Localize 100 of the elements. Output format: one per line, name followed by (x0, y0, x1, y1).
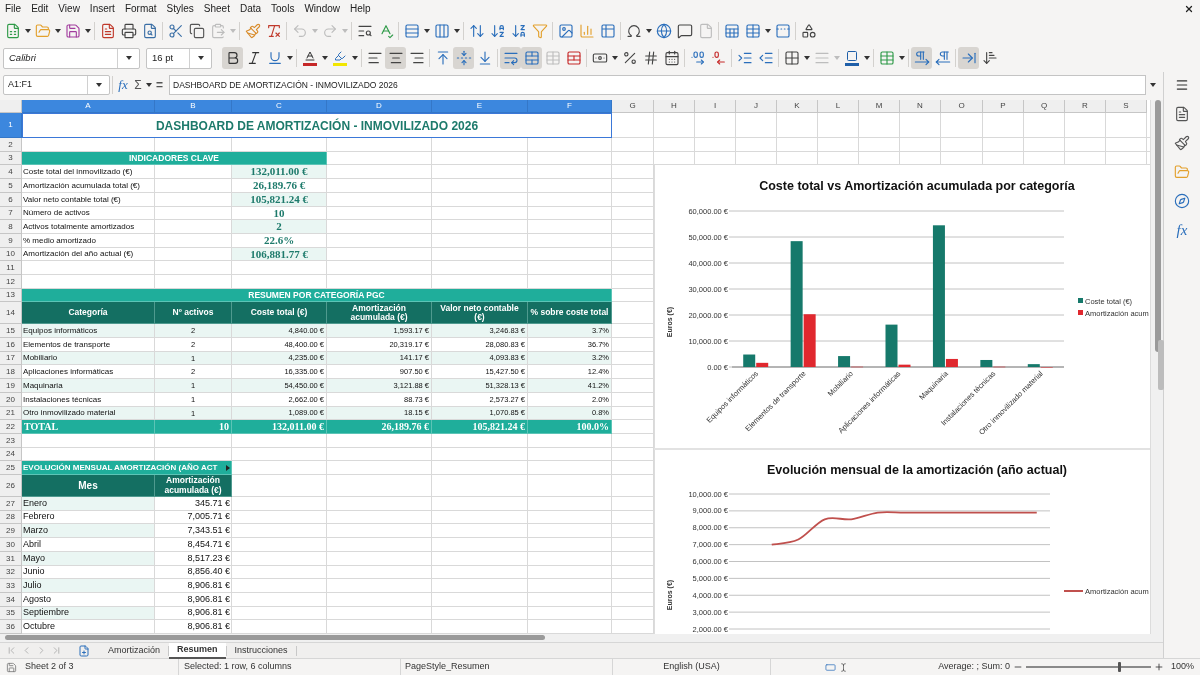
row-header[interactable]: 19 (0, 379, 22, 393)
column-header[interactable]: L (818, 100, 859, 113)
column-header[interactable]: P (983, 100, 1024, 113)
function-wizard-button[interactable]: fx (115, 75, 131, 95)
font-name-combobox[interactable]: Calibri (3, 47, 140, 69)
column-header[interactable]: N (900, 100, 941, 113)
menu-item[interactable]: File (0, 1, 27, 16)
row-header[interactable]: 12 (0, 275, 22, 289)
row-header[interactable]: 2 (0, 138, 22, 152)
vertical-scrollbar[interactable] (1150, 100, 1163, 634)
cell-grid[interactable] (654, 113, 1150, 165)
text-cursor-icon[interactable] (838, 661, 848, 673)
row-header[interactable]: 11 (0, 261, 22, 275)
column-header[interactable]: B (155, 100, 232, 113)
menu-item[interactable]: Edit (26, 1, 54, 16)
sum-button[interactable]: Σ (131, 75, 145, 95)
row-header[interactable]: 36 (0, 620, 22, 634)
menu-item[interactable]: View (53, 1, 85, 16)
column-header[interactable]: C (232, 100, 327, 113)
caret-icon (423, 28, 430, 33)
row-header[interactable]: 29 (0, 524, 22, 538)
row-header[interactable]: 30 (0, 538, 22, 552)
name-box[interactable]: A1:F1 (3, 75, 110, 95)
row-header[interactable]: 8 (0, 220, 22, 234)
menu-item[interactable]: Styles (161, 1, 199, 16)
row-header[interactable]: 25 (0, 461, 22, 475)
column-header[interactable]: E (432, 100, 528, 113)
row-header[interactable]: 28 (0, 511, 22, 524)
zoom-in-icon[interactable] (1154, 662, 1164, 672)
row-header[interactable]: 16 (0, 338, 22, 352)
sheet-tab[interactable]: Instrucciones (226, 642, 296, 659)
caret-icon (321, 56, 328, 60)
row-header[interactable]: 33 (0, 579, 22, 593)
language-status[interactable]: English (USA) (663, 660, 720, 674)
column-header[interactable]: J (736, 100, 777, 113)
row-header[interactable]: 1 (0, 113, 22, 138)
row-header[interactable]: 5 (0, 179, 22, 193)
sidebar-handle[interactable] (1158, 340, 1164, 390)
row-header[interactable]: 13 (0, 289, 22, 302)
menu-item[interactable]: Window (299, 1, 345, 16)
row-header[interactable]: 27 (0, 497, 22, 511)
menu-item[interactable]: Insert (84, 1, 120, 16)
zoom-level[interactable]: 100% (1171, 660, 1194, 674)
row-header[interactable]: 14 (0, 302, 22, 324)
row-header[interactable]: 20 (0, 393, 22, 407)
caret-icon (24, 28, 31, 33)
row-header[interactable]: 23 (0, 434, 22, 448)
horizontal-scrollbar[interactable] (0, 634, 1163, 642)
menu-item[interactable]: Tools (266, 1, 300, 16)
row-header[interactable]: 9 (0, 234, 22, 248)
column-header[interactable]: R (1065, 100, 1106, 113)
column-header[interactable]: A (22, 100, 155, 113)
menu-item[interactable]: Data (234, 1, 267, 16)
row-header[interactable]: 7 (0, 207, 22, 220)
menu-item[interactable]: Format (119, 1, 162, 16)
table-cell: Julio (22, 579, 155, 593)
formula-input[interactable]: DASHBOARD DE AMORTIZACIÓN - INMOVILIZADO 2026 (169, 75, 1146, 95)
functions-tab[interactable]: fx (1171, 219, 1193, 241)
column-header[interactable]: M (859, 100, 900, 113)
column-header[interactable]: F (528, 100, 612, 113)
menu-item[interactable]: Help (345, 1, 376, 16)
row-header[interactable]: 21 (0, 407, 22, 420)
row-header[interactable]: 24 (0, 448, 22, 461)
column-header[interactable]: S (1106, 100, 1147, 113)
sheet-tab[interactable]: Amortización (100, 642, 169, 659)
caret-icon (645, 28, 652, 33)
row-header[interactable]: 10 (0, 248, 22, 261)
row-header[interactable]: 34 (0, 593, 22, 607)
row-header[interactable]: 31 (0, 552, 22, 566)
column-header[interactable]: D (327, 100, 432, 113)
column-header[interactable]: H (654, 100, 695, 113)
row-header[interactable]: 35 (0, 607, 22, 620)
column-header[interactable]: G (612, 100, 654, 113)
row-header[interactable]: 6 (0, 193, 22, 207)
menu-item[interactable]: Sheet (198, 1, 235, 16)
row-header[interactable]: 17 (0, 352, 22, 365)
font-size-combobox[interactable]: 16 pt (146, 47, 212, 69)
caret-icon (229, 28, 236, 33)
caret-icon (898, 56, 905, 60)
row-header[interactable]: 18 (0, 365, 22, 379)
cell-grid[interactable] (0, 113, 654, 634)
scrollbar-thumb[interactable] (1155, 100, 1161, 352)
save-icon[interactable] (6, 661, 17, 673)
row-header[interactable]: 22 (0, 420, 22, 434)
column-header[interactable]: Q (1024, 100, 1065, 113)
column-header[interactable]: I (695, 100, 736, 113)
row-header[interactable]: 15 (0, 324, 22, 338)
formula-button[interactable]: = (153, 75, 166, 95)
row-header[interactable]: 3 (0, 152, 22, 165)
caret-icon (286, 56, 293, 60)
row-header[interactable]: 26 (0, 475, 22, 497)
column-header[interactable]: O (941, 100, 983, 113)
sheet-tab[interactable]: Resumen (169, 642, 226, 659)
row-header[interactable]: 32 (0, 566, 22, 579)
row-header[interactable]: 4 (0, 165, 22, 179)
column-header[interactable]: K (777, 100, 818, 113)
slider-thumb[interactable] (1118, 662, 1122, 672)
caret-icon (125, 56, 132, 60)
overflow-marker-icon (226, 464, 230, 471)
scrollbar-thumb[interactable] (5, 635, 545, 640)
